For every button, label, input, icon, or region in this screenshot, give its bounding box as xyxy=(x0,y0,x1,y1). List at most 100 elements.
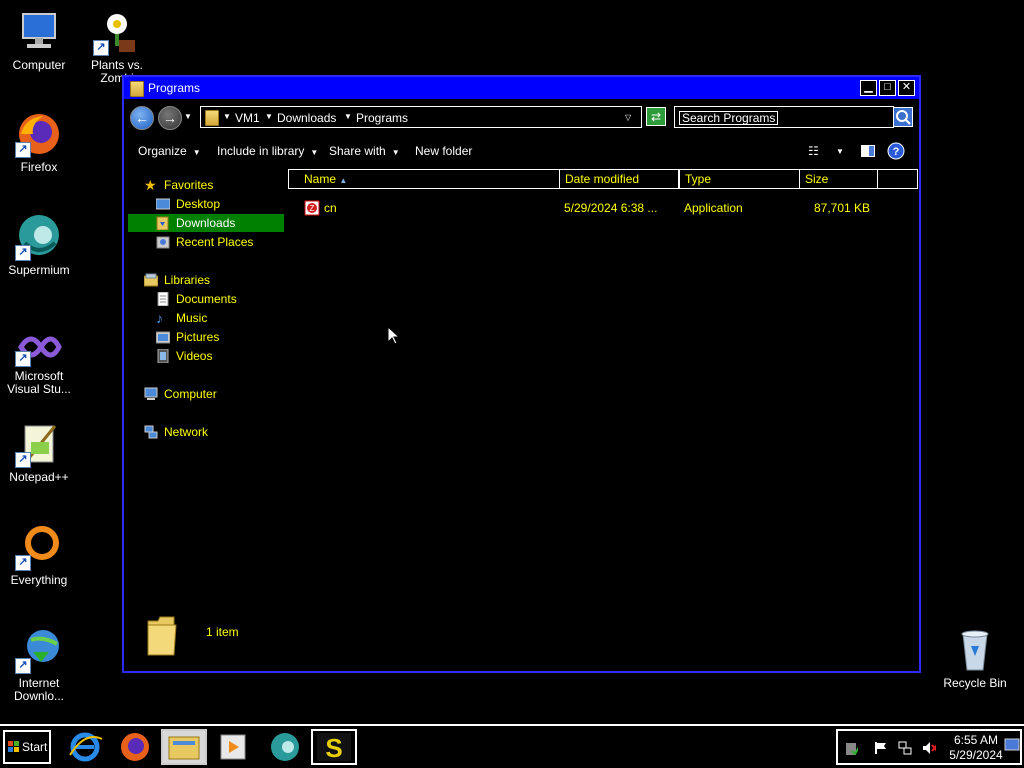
close-button[interactable]: ✕ xyxy=(898,80,915,96)
change-view-button[interactable]: ☷ xyxy=(808,144,819,158)
include-in-library-button[interactable]: Include in library ▼ xyxy=(217,144,318,158)
videos-icon xyxy=(157,349,169,363)
security-shield-icon[interactable] xyxy=(844,741,858,755)
clock[interactable]: 6:55 AM 5/29/2024 xyxy=(944,733,1008,763)
desktop-icon-firefox[interactable]: ↗ Firefox xyxy=(0,110,78,174)
back-button[interactable]: ← xyxy=(130,106,154,130)
desktop-icon-everything[interactable]: ↗ Everything xyxy=(0,523,78,587)
nav-music[interactable]: ♪ Music xyxy=(156,309,284,327)
svg-text:S: S xyxy=(325,733,342,763)
taskbar-sublime[interactable]: S xyxy=(311,729,357,765)
details-pane: 1 item xyxy=(124,611,919,671)
everything-icon: ↗ xyxy=(15,523,63,571)
start-button[interactable]: Start xyxy=(3,730,51,764)
recent-pages-dropdown[interactable]: ▼ xyxy=(184,112,192,121)
include-in-library-label: Include in library xyxy=(217,144,305,158)
breadcrumb-programs[interactable]: Programs xyxy=(356,111,408,125)
clock-time: 6:55 AM xyxy=(953,733,999,747)
window-title: Programs xyxy=(148,81,201,95)
mouse-cursor-icon xyxy=(387,326,401,345)
nav-computer[interactable]: Computer xyxy=(144,385,284,403)
taskbar-file-explorer[interactable] xyxy=(161,729,207,765)
supermium-icon: ↗ xyxy=(15,213,63,261)
column-header-extra[interactable] xyxy=(877,169,918,189)
shortcut-arrow-icon: ↗ xyxy=(15,245,31,261)
organize-label: Organize xyxy=(138,144,187,158)
column-header-name[interactable]: Name ▲ xyxy=(288,169,560,189)
desktop-icon-supermium[interactable]: ↗ Supermium xyxy=(0,213,78,277)
shortcut-arrow-icon: ↗ xyxy=(15,142,31,158)
explorer-window[interactable]: Programs ▁ □ ✕ ← → ▼ ▼ VM1 ▼ Downloads ▼… xyxy=(122,75,921,673)
minimize-button[interactable]: ▁ xyxy=(860,80,877,96)
desktop-icon-plants-vs-zombies[interactable]: ↗ Plants vs. Zombi xyxy=(78,8,156,85)
nav-downloads[interactable]: Downloads xyxy=(128,214,284,232)
help-button[interactable]: ? xyxy=(887,142,905,163)
title-bar[interactable]: Programs ▁ □ ✕ xyxy=(124,77,919,99)
search-input[interactable]: Search Programs xyxy=(674,106,913,128)
address-history-dropdown-icon[interactable]: ▽ xyxy=(625,113,631,122)
chevron-down-icon: ▼ xyxy=(310,148,319,157)
taskbar: Start S 6:55 AM 5/29/2024 xyxy=(0,724,1024,768)
maximize-button[interactable]: □ xyxy=(879,80,896,96)
shortcut-arrow-icon: ↗ xyxy=(15,351,31,367)
desktop-icon-notepad-plus-plus[interactable]: ↗ Notepad++ xyxy=(0,420,78,484)
taskbar-firefox[interactable] xyxy=(112,729,158,765)
refresh-button[interactable]: ⇄ xyxy=(646,107,666,126)
preview-pane-button[interactable] xyxy=(860,144,876,161)
forward-button[interactable]: → xyxy=(158,106,182,130)
nav-pictures[interactable]: Pictures xyxy=(156,328,284,346)
taskbar-media-player[interactable] xyxy=(211,729,257,765)
column-header-type[interactable]: Type xyxy=(679,169,800,189)
breadcrumb-vm1[interactable]: VM1 xyxy=(235,111,260,125)
music-icon: ♪ xyxy=(156,310,163,326)
file-explorer-icon xyxy=(168,736,200,760)
desktop-icon-internet-download-manager[interactable]: ↗ Internet Downlo... xyxy=(0,626,78,703)
recent-places-icon xyxy=(156,236,170,249)
supermium-icon xyxy=(271,733,299,761)
taskbar-supermium[interactable] xyxy=(262,729,308,765)
preview-pane-icon xyxy=(861,145,875,157)
documents-icon xyxy=(157,292,169,306)
column-header-date-modified[interactable]: Date modified xyxy=(559,169,679,189)
action-center-flag-icon[interactable] xyxy=(874,741,888,755)
nav-libraries[interactable]: Libraries xyxy=(144,271,284,289)
search-icon[interactable] xyxy=(893,107,913,127)
new-folder-button[interactable]: New folder xyxy=(415,144,472,158)
arrow-left-icon: ← xyxy=(135,110,149,126)
chevron-down-icon[interactable]: ▼ xyxy=(344,112,352,121)
media-player-icon xyxy=(220,734,246,760)
organize-button[interactable]: Organize ▼ xyxy=(138,144,201,158)
address-bar[interactable]: ▼ VM1 ▼ Downloads ▼ Programs ▽ xyxy=(200,106,642,128)
column-header-size[interactable]: Size xyxy=(799,169,878,189)
chevron-down-icon[interactable]: ▼ xyxy=(265,112,273,121)
nav-videos[interactable]: Videos xyxy=(156,347,284,365)
nav-desktop[interactable]: Desktop xyxy=(156,195,284,213)
chevron-down-icon[interactable]: ▼ xyxy=(223,112,231,121)
windows-logo-icon xyxy=(8,741,19,752)
breadcrumb-downloads[interactable]: Downloads xyxy=(277,111,336,125)
desktop-icon-recycle-bin[interactable]: Recycle Bin xyxy=(936,626,1014,690)
folder-icon xyxy=(130,81,144,97)
shortcut-arrow-icon: ↗ xyxy=(15,658,31,674)
desktop-icon-computer[interactable]: Computer xyxy=(0,8,78,72)
nav-documents[interactable]: Documents xyxy=(156,290,284,308)
desktop-icon xyxy=(156,198,170,210)
taskbar-internet-explorer[interactable] xyxy=(62,729,108,765)
plants-vs-zombies-icon: ↗ xyxy=(93,8,141,56)
volume-muted-icon[interactable] xyxy=(922,741,936,755)
nav-recent-places[interactable]: Recent Places xyxy=(156,233,284,251)
chevron-down-icon: ▼ xyxy=(192,148,201,157)
view-options-dropdown[interactable]: ▼ xyxy=(836,147,844,156)
computer-icon xyxy=(144,387,158,400)
nav-network[interactable]: Network xyxy=(144,423,284,441)
firefox-icon xyxy=(121,733,149,761)
desktop-icon-visual-studio[interactable]: ↗ Microsoft Visual Stu... xyxy=(0,327,78,396)
file-row[interactable]: Z cn 5/29/2024 6:38 ... Application 87,7… xyxy=(288,200,918,218)
share-with-button[interactable]: Share with ▼ xyxy=(329,144,400,158)
details-view-icon: ☷ xyxy=(808,144,819,158)
show-desktop-icon[interactable] xyxy=(1004,738,1020,752)
computer-icon xyxy=(15,8,63,56)
network-icon[interactable] xyxy=(898,741,912,755)
nav-favorites[interactable]: ★ Favorites xyxy=(144,176,284,194)
item-count: 1 item xyxy=(206,625,239,639)
